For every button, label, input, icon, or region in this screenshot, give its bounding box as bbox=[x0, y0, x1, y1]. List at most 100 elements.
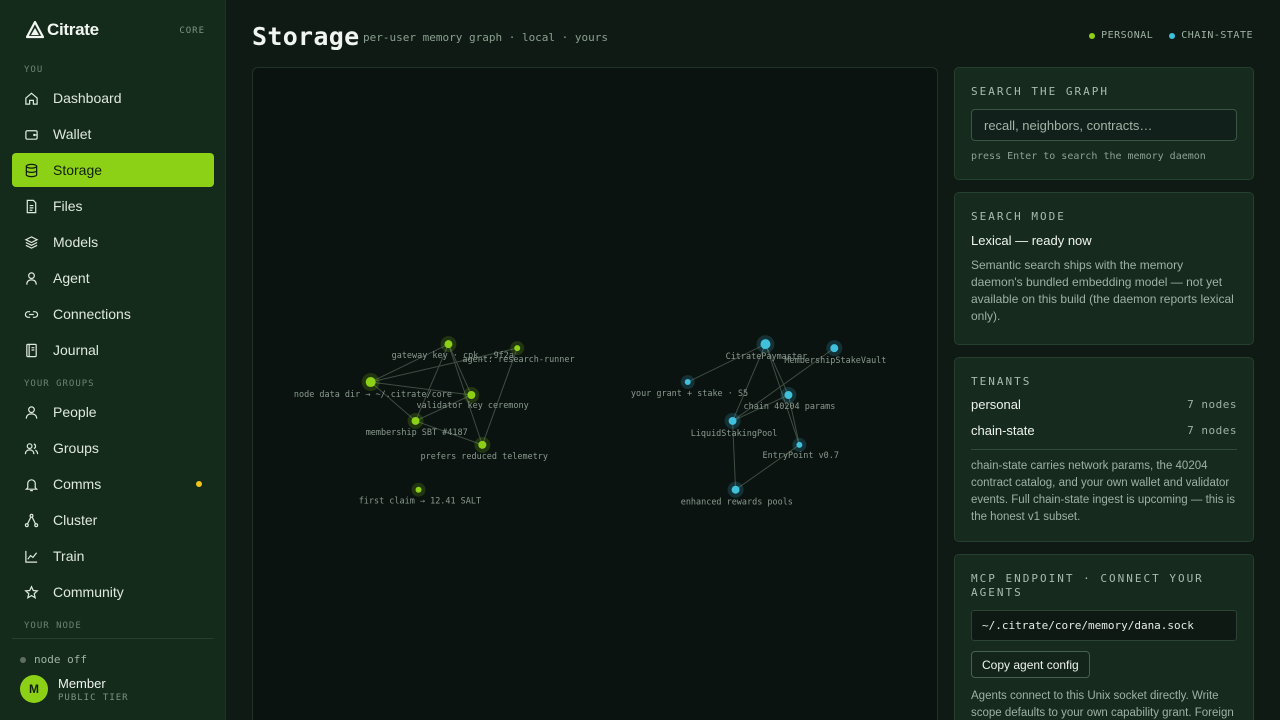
chain-state-node-label: MembershipStakeVault bbox=[784, 355, 886, 365]
sidebar-item-journal[interactable]: Journal bbox=[12, 333, 214, 367]
brand-name: Citrate bbox=[47, 20, 99, 39]
sidebar-item-people[interactable]: People bbox=[12, 395, 214, 429]
sidebar-item-label: Wallet bbox=[53, 126, 92, 142]
personal-graph-node[interactable] bbox=[467, 391, 476, 399]
sidebar-item-dashboard[interactable]: Dashboard bbox=[12, 81, 214, 115]
chain-state-graph-node[interactable] bbox=[796, 441, 803, 448]
sidebar-item-label: Community bbox=[53, 584, 124, 600]
copy-agent-config-button[interactable]: Copy agent config bbox=[971, 651, 1090, 678]
chain-state-graph-node[interactable] bbox=[684, 379, 691, 386]
section-label-groups: YOUR GROUPS bbox=[24, 379, 95, 389]
search-input[interactable] bbox=[971, 109, 1237, 141]
layers-icon bbox=[24, 235, 39, 249]
sidebar-item-comms[interactable]: Comms bbox=[12, 467, 214, 501]
search-mode-title: SEARCH MODE bbox=[971, 210, 1066, 223]
personal-graph-node[interactable] bbox=[411, 416, 420, 425]
chain-state-graph-node[interactable] bbox=[731, 485, 740, 494]
node-status-label: node off bbox=[34, 653, 87, 666]
chain-state-graph-edge bbox=[687, 343, 766, 383]
legend-dot-chain-state bbox=[1169, 32, 1176, 39]
personal-graph-node[interactable] bbox=[444, 340, 453, 349]
sidebar-item-agent[interactable]: Agent bbox=[12, 261, 214, 295]
tenant-row-chain-state[interactable]: chain-state 7 nodes bbox=[971, 417, 1237, 443]
sidebar-item-label: Models bbox=[53, 234, 99, 250]
mcp-panel: MCP ENDPOINT · CONNECT YOUR AGENTS ~/.ci… bbox=[954, 554, 1254, 720]
user-name: Member bbox=[58, 675, 106, 691]
memory-graph-canvas[interactable]: gateway key · cpk_..9f2a agent: research-… bbox=[252, 67, 938, 720]
personal-node-label: first claim → 12.41 SALT bbox=[359, 496, 481, 506]
tenant-name: personal bbox=[971, 396, 1021, 412]
tenants-divider bbox=[971, 449, 1237, 450]
cluster-icon bbox=[24, 513, 39, 527]
sidebar-item-label: Connections bbox=[53, 306, 131, 322]
chain-state-graph-node[interactable] bbox=[830, 344, 839, 353]
sidebar-item-label: Agent bbox=[53, 270, 90, 286]
search-panel: SEARCH THE GRAPH press Enter to search t… bbox=[954, 67, 1254, 180]
sidebar-item-label: Cluster bbox=[53, 512, 98, 528]
citrate-logo-icon bbox=[26, 21, 44, 39]
tenant-count: 7 nodes bbox=[1187, 423, 1237, 437]
sidebar-item-files[interactable]: Files bbox=[12, 189, 214, 223]
wallet-icon bbox=[25, 129, 38, 140]
sidebar-item-cluster[interactable]: Cluster bbox=[12, 503, 214, 537]
user-profile[interactable]: M Member PUBLIC TIER bbox=[20, 675, 129, 703]
node-status[interactable]: node off bbox=[20, 653, 87, 666]
chain-state-node-label: chain 40204 params bbox=[744, 401, 836, 411]
sidebar-item-groups[interactable]: Groups bbox=[12, 431, 214, 465]
sidebar-item-label: Dashboard bbox=[53, 90, 122, 106]
search-panel-title: SEARCH THE GRAPH bbox=[971, 85, 1109, 98]
brand-tag: CORE bbox=[179, 26, 205, 36]
legend-label: PERSONAL bbox=[1101, 30, 1154, 41]
personal-node-label: agent: research-runner bbox=[462, 354, 574, 364]
sidebar: Citrate CORE YOU Dashboard Wallet Storag… bbox=[0, 0, 226, 720]
sidebar-item-models[interactable]: Models bbox=[12, 225, 214, 259]
sidebar-item-label: Journal bbox=[53, 342, 99, 358]
legend-item-personal: PERSONAL bbox=[1089, 30, 1153, 41]
sidebar-item-label: Files bbox=[53, 198, 83, 214]
personal-graph-node[interactable] bbox=[415, 486, 422, 493]
sidebar-item-label: Train bbox=[53, 548, 85, 564]
graph-legend: PERSONAL CHAIN-STATE bbox=[1089, 30, 1253, 41]
chain-state-graph-node[interactable] bbox=[760, 339, 771, 350]
chain-state-graph-node[interactable] bbox=[728, 416, 737, 425]
personal-node-label: membership SBT #4187 bbox=[366, 427, 468, 437]
tenant-count: 7 nodes bbox=[1187, 397, 1237, 411]
sidebar-item-connections[interactable]: Connections bbox=[12, 297, 214, 331]
sidebar-item-wallet[interactable]: Wallet bbox=[12, 117, 214, 151]
mcp-endpoint-path[interactable]: ~/.citrate/core/memory/dana.sock bbox=[971, 610, 1237, 641]
file-icon bbox=[26, 199, 37, 213]
sidebar-item-train[interactable]: Train bbox=[12, 539, 214, 573]
chain-state-graph-node[interactable] bbox=[784, 391, 793, 399]
sidebar-item-community[interactable]: Community bbox=[12, 575, 214, 609]
section-label-you: YOU bbox=[24, 65, 44, 75]
sidebar-item-label: Comms bbox=[53, 476, 102, 492]
mcp-title: MCP ENDPOINT · CONNECT YOUR AGENTS bbox=[971, 572, 1204, 599]
star-icon bbox=[24, 584, 39, 599]
sidebar-item-storage[interactable]: Storage bbox=[12, 153, 214, 187]
page-title: Storage bbox=[252, 22, 360, 51]
tenant-name: chain-state bbox=[971, 422, 1035, 438]
tenant-row-personal[interactable]: personal 7 nodes bbox=[971, 391, 1237, 417]
brand[interactable]: Citrate bbox=[26, 20, 99, 40]
personal-graph-node[interactable] bbox=[514, 345, 521, 352]
status-dot bbox=[20, 656, 26, 663]
journal-icon bbox=[26, 343, 37, 357]
chain-state-node-label: enhanced rewards pools bbox=[681, 497, 793, 507]
personal-graph-node[interactable] bbox=[478, 440, 487, 449]
personal-node-label: prefers reduced telemetry bbox=[421, 451, 548, 461]
bell-icon bbox=[24, 478, 39, 491]
group-icon bbox=[24, 442, 39, 454]
sidebar-item-label: Groups bbox=[53, 440, 99, 456]
search-mode-value: Lexical — ready now bbox=[971, 233, 1092, 248]
database-icon bbox=[25, 163, 38, 177]
chain-state-node-label: LiquidStakingPool bbox=[691, 428, 778, 438]
tenants-note: chain-state carries network params, the … bbox=[971, 460, 1235, 523]
section-label-node: YOUR NODE bbox=[24, 621, 82, 631]
person-icon bbox=[25, 405, 38, 419]
personal-graph-node[interactable] bbox=[365, 377, 376, 388]
search-mode-description: Semantic search ships with the memory da… bbox=[971, 258, 1234, 323]
memory-graph[interactable]: gateway key · cpk_..9f2aagent: research-… bbox=[253, 68, 937, 720]
tenants-title: TENANTS bbox=[971, 375, 1032, 388]
legend-item-chain-state: CHAIN-STATE bbox=[1169, 30, 1253, 41]
legend-label: CHAIN-STATE bbox=[1181, 30, 1253, 41]
